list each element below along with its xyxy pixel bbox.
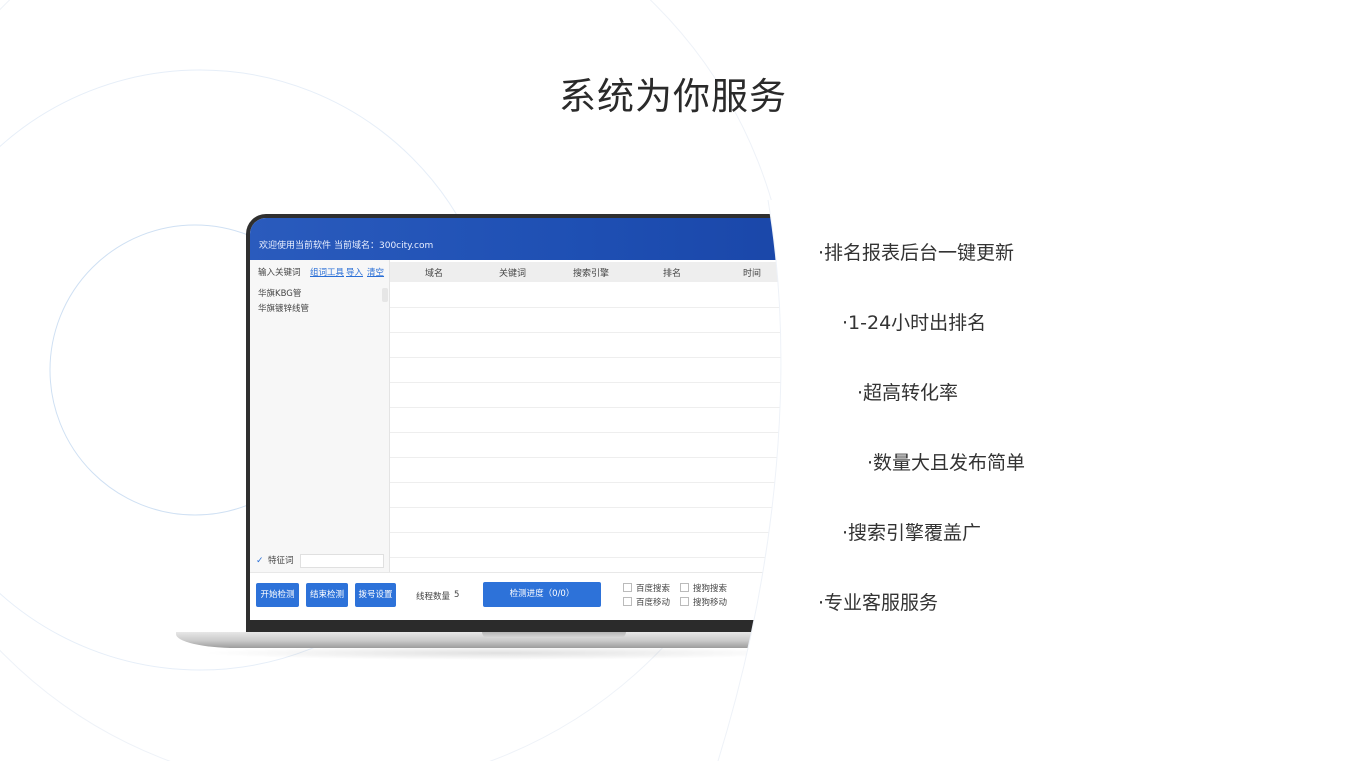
app-screen: 欢迎使用当前软件 当前域名：300city.com 输入关键词 组词工具 导入 … — [250, 218, 810, 620]
sogou-search-label: 搜狗搜索 — [693, 584, 728, 594]
baidu-mobile-checkbox[interactable]: 百度移动 — [623, 596, 670, 608]
keyword-scrollbar[interactable] — [382, 288, 388, 302]
laptop-base-notch — [482, 632, 626, 638]
checkbox-icon — [680, 597, 689, 606]
feature-item-fast-ranking: ·1-24小时出排名 — [842, 312, 987, 334]
start-check-button[interactable]: 开始检测 — [256, 583, 299, 607]
stop-check-button[interactable]: 结束检测 — [306, 583, 348, 607]
baidu-search-checkbox[interactable]: 百度搜索 — [623, 582, 670, 594]
col-time: 时间 — [743, 269, 762, 279]
app-header: 欢迎使用当前软件 当前域名：300city.com — [250, 218, 810, 260]
table-row — [390, 432, 810, 458]
table-row — [390, 507, 810, 533]
results-table-header: 域名 关键词 搜索引擎 排名 时间 — [390, 262, 810, 282]
col-keyword: 关键词 — [499, 269, 527, 279]
page-title: 系统为你服务 — [559, 75, 787, 118]
baidu-mobile-label: 百度移动 — [636, 598, 671, 608]
table-row — [390, 357, 810, 383]
feature-word-toggle[interactable]: ✓ 特征词 — [256, 554, 294, 566]
checkbox-icon — [623, 583, 632, 592]
clear-link[interactable]: 清空 — [367, 266, 384, 278]
feature-item-easy-publish: ·数量大且发布简单 — [867, 452, 1026, 474]
table-row — [390, 282, 810, 308]
thread-count-value[interactable]: 5 — [454, 590, 459, 600]
feature-item-engine-coverage: ·搜索引擎覆盖广 — [842, 522, 982, 544]
sogou-mobile-label: 搜狗移动 — [693, 598, 728, 608]
table-row — [390, 457, 810, 483]
sogou-mobile-checkbox[interactable]: 搜狗移动 — [680, 596, 727, 608]
baidu-search-label: 百度搜索 — [636, 584, 671, 594]
keyword-heading: 输入关键词 — [258, 268, 301, 278]
table-row — [390, 382, 810, 408]
checkbox-icon — [680, 583, 689, 592]
col-rank: 排名 — [663, 269, 682, 279]
import-link[interactable]: 导入 — [346, 266, 363, 278]
check-icon: ✓ — [256, 556, 264, 566]
thread-count-label: 线程数量 — [416, 592, 451, 602]
sogou-search-checkbox[interactable]: 搜狗搜索 — [680, 582, 727, 594]
table-row — [390, 407, 810, 433]
control-bar: 开始检测 结束检测 拨号设置 线程数量 5 检测进度（0/0） 百度搜索 搜狗搜… — [250, 572, 810, 620]
col-domain: 域名 — [425, 269, 444, 279]
col-engine: 搜索引擎 — [573, 269, 610, 279]
checkbox-icon — [623, 597, 632, 606]
dial-settings-button[interactable]: 拨号设置 — [355, 583, 396, 607]
feature-word-label: 特征词 — [268, 556, 294, 566]
keyword-panel: 输入关键词 组词工具 导入 清空 华旗KBG管 华旗镀锌线管 ✓ 特征词 — [250, 260, 390, 572]
feature-item-customer-service: ·专业客服服务 — [818, 592, 939, 614]
table-row — [390, 482, 810, 508]
table-row — [390, 332, 810, 358]
feature-item-conversion: ·超高转化率 — [857, 382, 959, 404]
feature-word-input[interactable] — [300, 554, 384, 568]
laptop-shadow — [200, 646, 800, 660]
keyword-item[interactable]: 华旗镀锌线管 — [258, 302, 309, 314]
table-row — [390, 307, 810, 333]
table-row — [390, 532, 810, 558]
feature-item-report-update: ·排名报表后台一键更新 — [818, 242, 1015, 264]
progress-button[interactable]: 检测进度（0/0） — [483, 582, 601, 607]
keyword-item[interactable]: 华旗KBG管 — [258, 287, 301, 299]
word-tool-link[interactable]: 组词工具 — [310, 266, 344, 278]
